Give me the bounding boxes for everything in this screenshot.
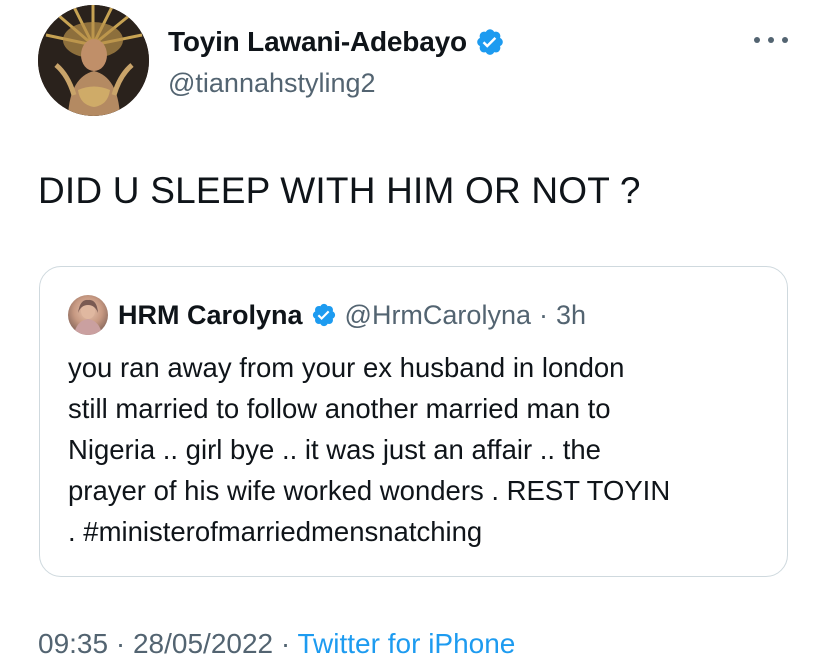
separator-dot: · bbox=[115, 628, 126, 659]
tweet-metadata: 09:35 · 28/05/2022 · Twitter for iPhone bbox=[38, 628, 515, 660]
quoted-text-line: prayer of his wife worked wonders . REST… bbox=[68, 475, 671, 506]
tweet-date[interactable]: 28/05/2022 bbox=[133, 628, 273, 659]
tweet-detail: Toyin Lawani-Adebayo @tiannahstyling2 DI… bbox=[0, 0, 829, 663]
more-horizontal-icon bbox=[782, 37, 788, 43]
author-handle[interactable]: @tiannahstyling2 bbox=[168, 68, 376, 99]
quoted-tweet-header: HRM Carolyna @HrmCarolyna · 3h bbox=[68, 295, 586, 335]
quoted-text-line: Nigeria .. girl bye .. it was just an af… bbox=[68, 434, 601, 465]
author-display-name[interactable]: Toyin Lawani-Adebayo bbox=[168, 26, 467, 58]
quoted-author-handle[interactable]: @HrmCarolyna bbox=[345, 300, 531, 331]
author-avatar[interactable] bbox=[38, 5, 149, 116]
author-name-row: Toyin Lawani-Adebayo bbox=[168, 26, 505, 58]
separator-dot: · bbox=[280, 628, 291, 659]
quoted-text-line: still married to follow another married … bbox=[68, 393, 611, 424]
tweet-source-link[interactable]: Twitter for iPhone bbox=[298, 628, 516, 659]
more-horizontal-icon bbox=[754, 37, 760, 43]
quoted-tweet-time[interactable]: 3h bbox=[556, 300, 586, 331]
quoted-tweet-text: you ran away from your ex husband in lon… bbox=[68, 347, 780, 552]
tweet-time[interactable]: 09:35 bbox=[38, 628, 108, 659]
more-horizontal-icon bbox=[768, 37, 774, 43]
more-options-button[interactable] bbox=[754, 30, 788, 50]
quoted-author-name[interactable]: HRM Carolyna bbox=[118, 300, 303, 331]
verified-badge-icon bbox=[311, 302, 337, 328]
quoted-tweet-card[interactable]: HRM Carolyna @HrmCarolyna · 3h you ran a… bbox=[39, 266, 788, 577]
quoted-text-line: you ran away from your ex husband in lon… bbox=[68, 352, 625, 383]
verified-badge-icon bbox=[475, 27, 505, 57]
quoted-author-avatar[interactable] bbox=[68, 295, 108, 335]
quoted-text-line: . #ministerofmarriedmensnatching bbox=[68, 516, 483, 547]
tweet-text: DID U SLEEP WITH HIM OR NOT ? bbox=[38, 170, 641, 211]
author-avatar-image bbox=[38, 5, 149, 116]
separator-dot: · bbox=[538, 299, 548, 330]
